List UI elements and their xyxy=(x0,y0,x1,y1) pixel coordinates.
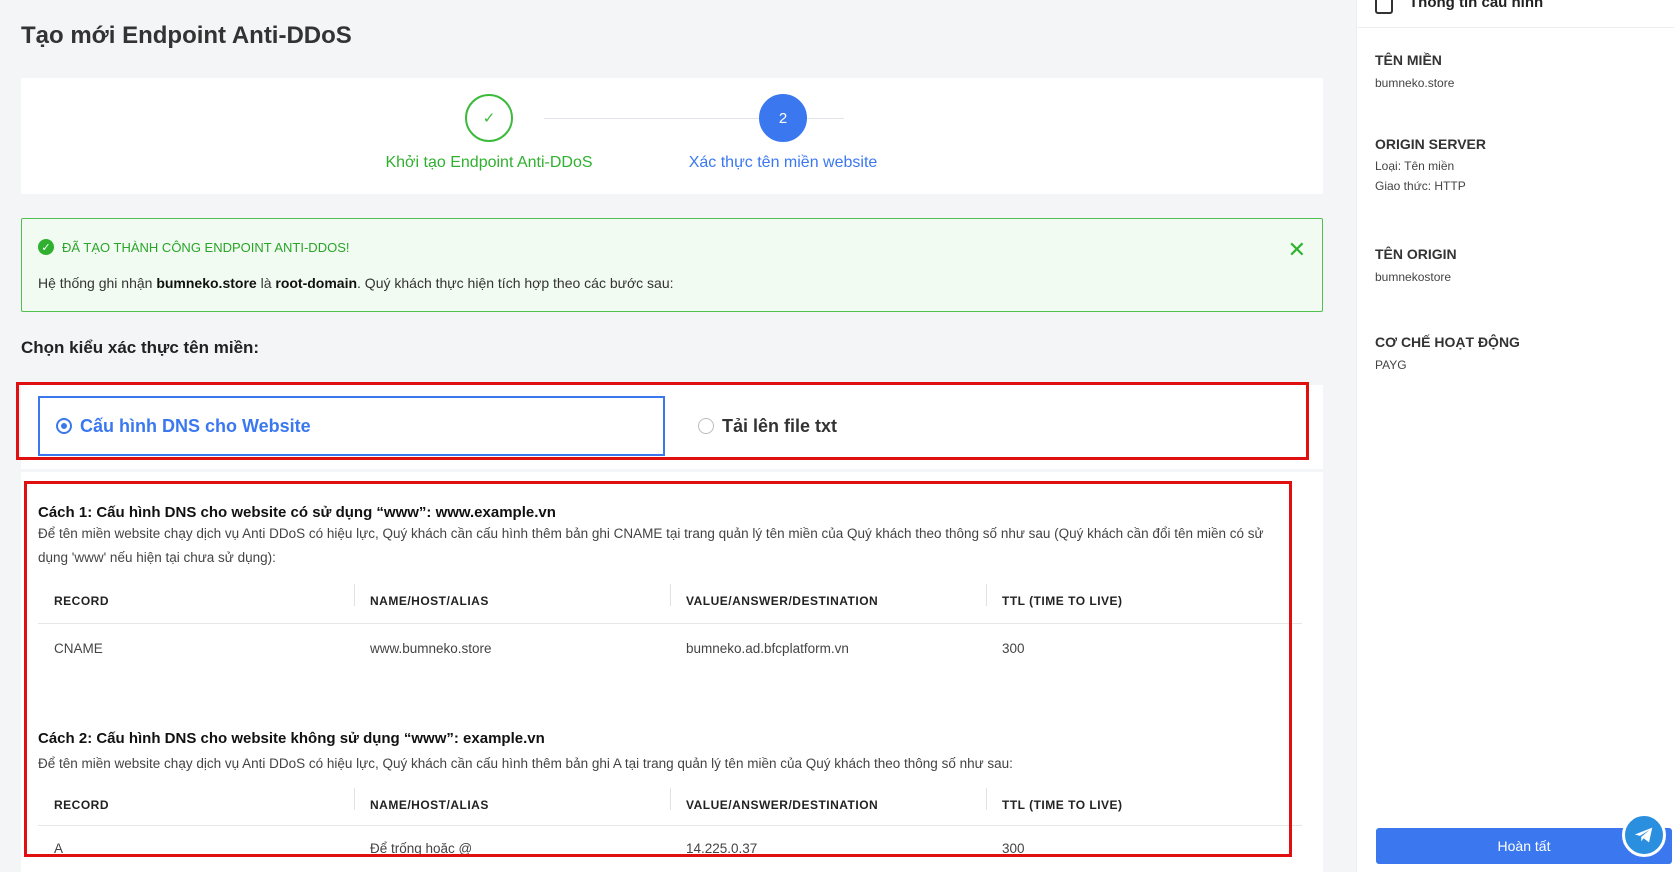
origin-name-label: TÊN ORIGIN xyxy=(1375,246,1457,262)
stepper: ✓ Khởi tạo Endpoint Anti-DDoS 2 Xác thực… xyxy=(21,78,1323,194)
alert-title: ĐÃ TẠO THÀNH CÔNG ENDPOINT ANTI-DDOS! xyxy=(62,239,350,255)
highlight-box-options xyxy=(16,382,1309,460)
origin-type: Loại: Tên miền xyxy=(1375,159,1455,173)
mechanism-label: CƠ CHẾ HOẠT ĐỘNG xyxy=(1375,334,1520,350)
domain-label: TÊN MIỀN xyxy=(1375,52,1442,68)
step-2: 2 Xác thực tên miền website xyxy=(653,94,913,172)
sidebar-title: Thông tin cấu hình xyxy=(1409,0,1544,11)
clipboard-icon xyxy=(1375,0,1393,14)
success-alert: ✓ ĐÃ TẠO THÀNH CÔNG ENDPOINT ANTI-DDOS! … xyxy=(21,218,1323,312)
mechanism-value: PAYG xyxy=(1375,358,1407,372)
step-2-label: Xác thực tên miền website xyxy=(688,154,878,171)
step-1-check-icon: ✓ xyxy=(465,94,513,142)
sidebar-header: Thông tin cấu hình xyxy=(1357,0,1674,28)
config-sidebar: Thông tin cấu hình TÊN MIỀN bumneko.stor… xyxy=(1356,0,1674,872)
page-title: Tạo mới Endpoint Anti-DDoS xyxy=(21,22,352,49)
check-circle-icon: ✓ xyxy=(38,239,54,255)
step-1-label: Khởi tạo Endpoint Anti-DDoS xyxy=(385,154,593,171)
domain-value: bumneko.store xyxy=(1375,76,1455,90)
highlight-box-instructions xyxy=(24,481,1292,857)
telegram-icon[interactable] xyxy=(1622,813,1666,857)
section-title: Chọn kiểu xác thực tên miền: xyxy=(21,338,260,357)
close-icon[interactable]: ✕ xyxy=(1288,237,1306,263)
step-1: ✓ Khởi tạo Endpoint Anti-DDoS xyxy=(359,94,619,172)
origin-protocol: Giao thức: HTTP xyxy=(1375,179,1466,193)
alert-message: Hệ thống ghi nhận bumneko.store là root-… xyxy=(38,275,674,291)
alert-domain: bumneko.store xyxy=(156,275,257,291)
origin-name-value: bumnekostore xyxy=(1375,270,1452,284)
alert-root-domain: root-domain xyxy=(275,275,358,291)
origin-server-label: ORIGIN SERVER xyxy=(1375,136,1486,152)
step-2-number: 2 xyxy=(759,94,807,142)
